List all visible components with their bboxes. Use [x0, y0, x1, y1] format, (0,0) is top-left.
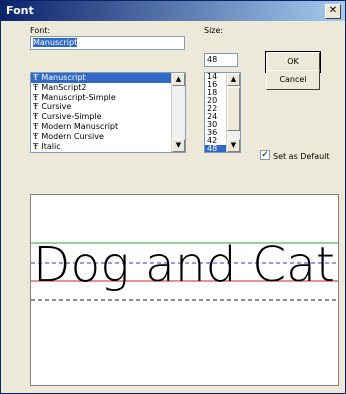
cancel-button[interactable]: Cancel	[266, 70, 320, 90]
font-list-item-label: Italic	[41, 141, 61, 151]
up-arrow-icon: ▲	[230, 75, 237, 83]
set-as-default-label[interactable]: Set as Default	[273, 152, 330, 161]
size-list[interactable]: 14 16 18 20 22 24 30 36 42 48 ▲ ▼	[204, 72, 241, 153]
font-list-item[interactable]: Ŧ Manuscript-Simple	[31, 93, 185, 103]
preview-text: Dog and Cat	[33, 237, 335, 293]
size-scroll-up-button[interactable]: ▲	[227, 73, 240, 86]
font-list-item-label: Cursive	[41, 102, 72, 112]
font-list-item-label: Modern Manuscript	[41, 121, 119, 131]
truetype-font-icon: Ŧ	[33, 82, 39, 92]
scroll-down-button[interactable]: ▼	[172, 139, 185, 152]
up-arrow-icon: ▲	[175, 75, 182, 83]
font-list-item[interactable]: Ŧ Italic	[31, 142, 185, 152]
dialog-title: Font	[6, 4, 34, 17]
font-list[interactable]: Ŧ Manuscript Ŧ ManScript2 Ŧ Manuscript-Simple…	[30, 72, 186, 153]
truetype-font-icon: Ŧ	[33, 121, 39, 131]
font-list-item[interactable]: Ŧ Modern Cursive	[31, 132, 185, 142]
title-bar[interactable]: Font ✕	[1, 1, 345, 21]
font-name-input[interactable]: Manuscript	[30, 36, 185, 50]
font-list-scrollbar[interactable]: ▲ ▼	[171, 73, 185, 152]
truetype-font-icon: Ŧ	[33, 102, 39, 112]
truetype-font-icon: Ŧ	[33, 141, 39, 151]
down-arrow-icon: ▼	[230, 141, 237, 149]
size-scroll-down-button[interactable]: ▼	[227, 139, 240, 152]
scroll-up-button[interactable]: ▲	[172, 73, 185, 86]
font-list-item[interactable]: Ŧ ManScript2	[31, 83, 185, 93]
font-list-item[interactable]: Ŧ Manuscript	[31, 73, 185, 83]
ok-button[interactable]: OK	[265, 51, 321, 73]
checkmark-icon: ✓	[261, 150, 269, 160]
font-dialog: Font ✕ Font: Manuscript Ŧ Manuscript Ŧ ManS…	[0, 0, 346, 394]
down-arrow-icon: ▼	[175, 141, 182, 149]
preview-canvas: Dog and Cat	[31, 237, 338, 301]
preview-pane: Dog and Cat	[30, 194, 339, 386]
font-list-item-label: Manuscript	[41, 73, 86, 82]
font-list-item[interactable]: Ŧ Cursive	[31, 102, 185, 112]
set-as-default-checkbox[interactable]: ✓	[260, 150, 270, 160]
size-input[interactable]: 48	[204, 53, 238, 67]
size-label: Size:	[204, 26, 224, 35]
truetype-font-icon: Ŧ	[33, 131, 39, 141]
font-list-item[interactable]: Ŧ Cursive-Simple	[31, 112, 185, 122]
font-name-input-value: Manuscript	[33, 38, 78, 47]
truetype-font-icon: Ŧ	[33, 112, 39, 122]
font-list-item-label: ManScript2	[41, 82, 87, 92]
truetype-font-icon: Ŧ	[33, 92, 39, 102]
font-list-item-label: Manuscript-Simple	[41, 92, 116, 102]
font-label: Font:	[30, 26, 51, 35]
truetype-font-icon: Ŧ	[33, 73, 39, 82]
size-list-scrollbar[interactable]: ▲ ▼	[226, 73, 240, 152]
font-list-rows: Ŧ Manuscript Ŧ ManScript2 Ŧ Manuscript-Simple…	[31, 73, 185, 151]
size-input-value: 48	[207, 55, 218, 64]
font-list-item[interactable]: Ŧ Modern Manuscript	[31, 122, 185, 132]
font-list-item-label: Cursive-Simple	[41, 112, 102, 122]
size-scroll-thumb[interactable]	[227, 87, 240, 131]
close-button[interactable]: ✕	[325, 4, 341, 19]
close-icon: ✕	[328, 5, 338, 16]
font-list-item-label: Modern Cursive	[41, 131, 104, 141]
